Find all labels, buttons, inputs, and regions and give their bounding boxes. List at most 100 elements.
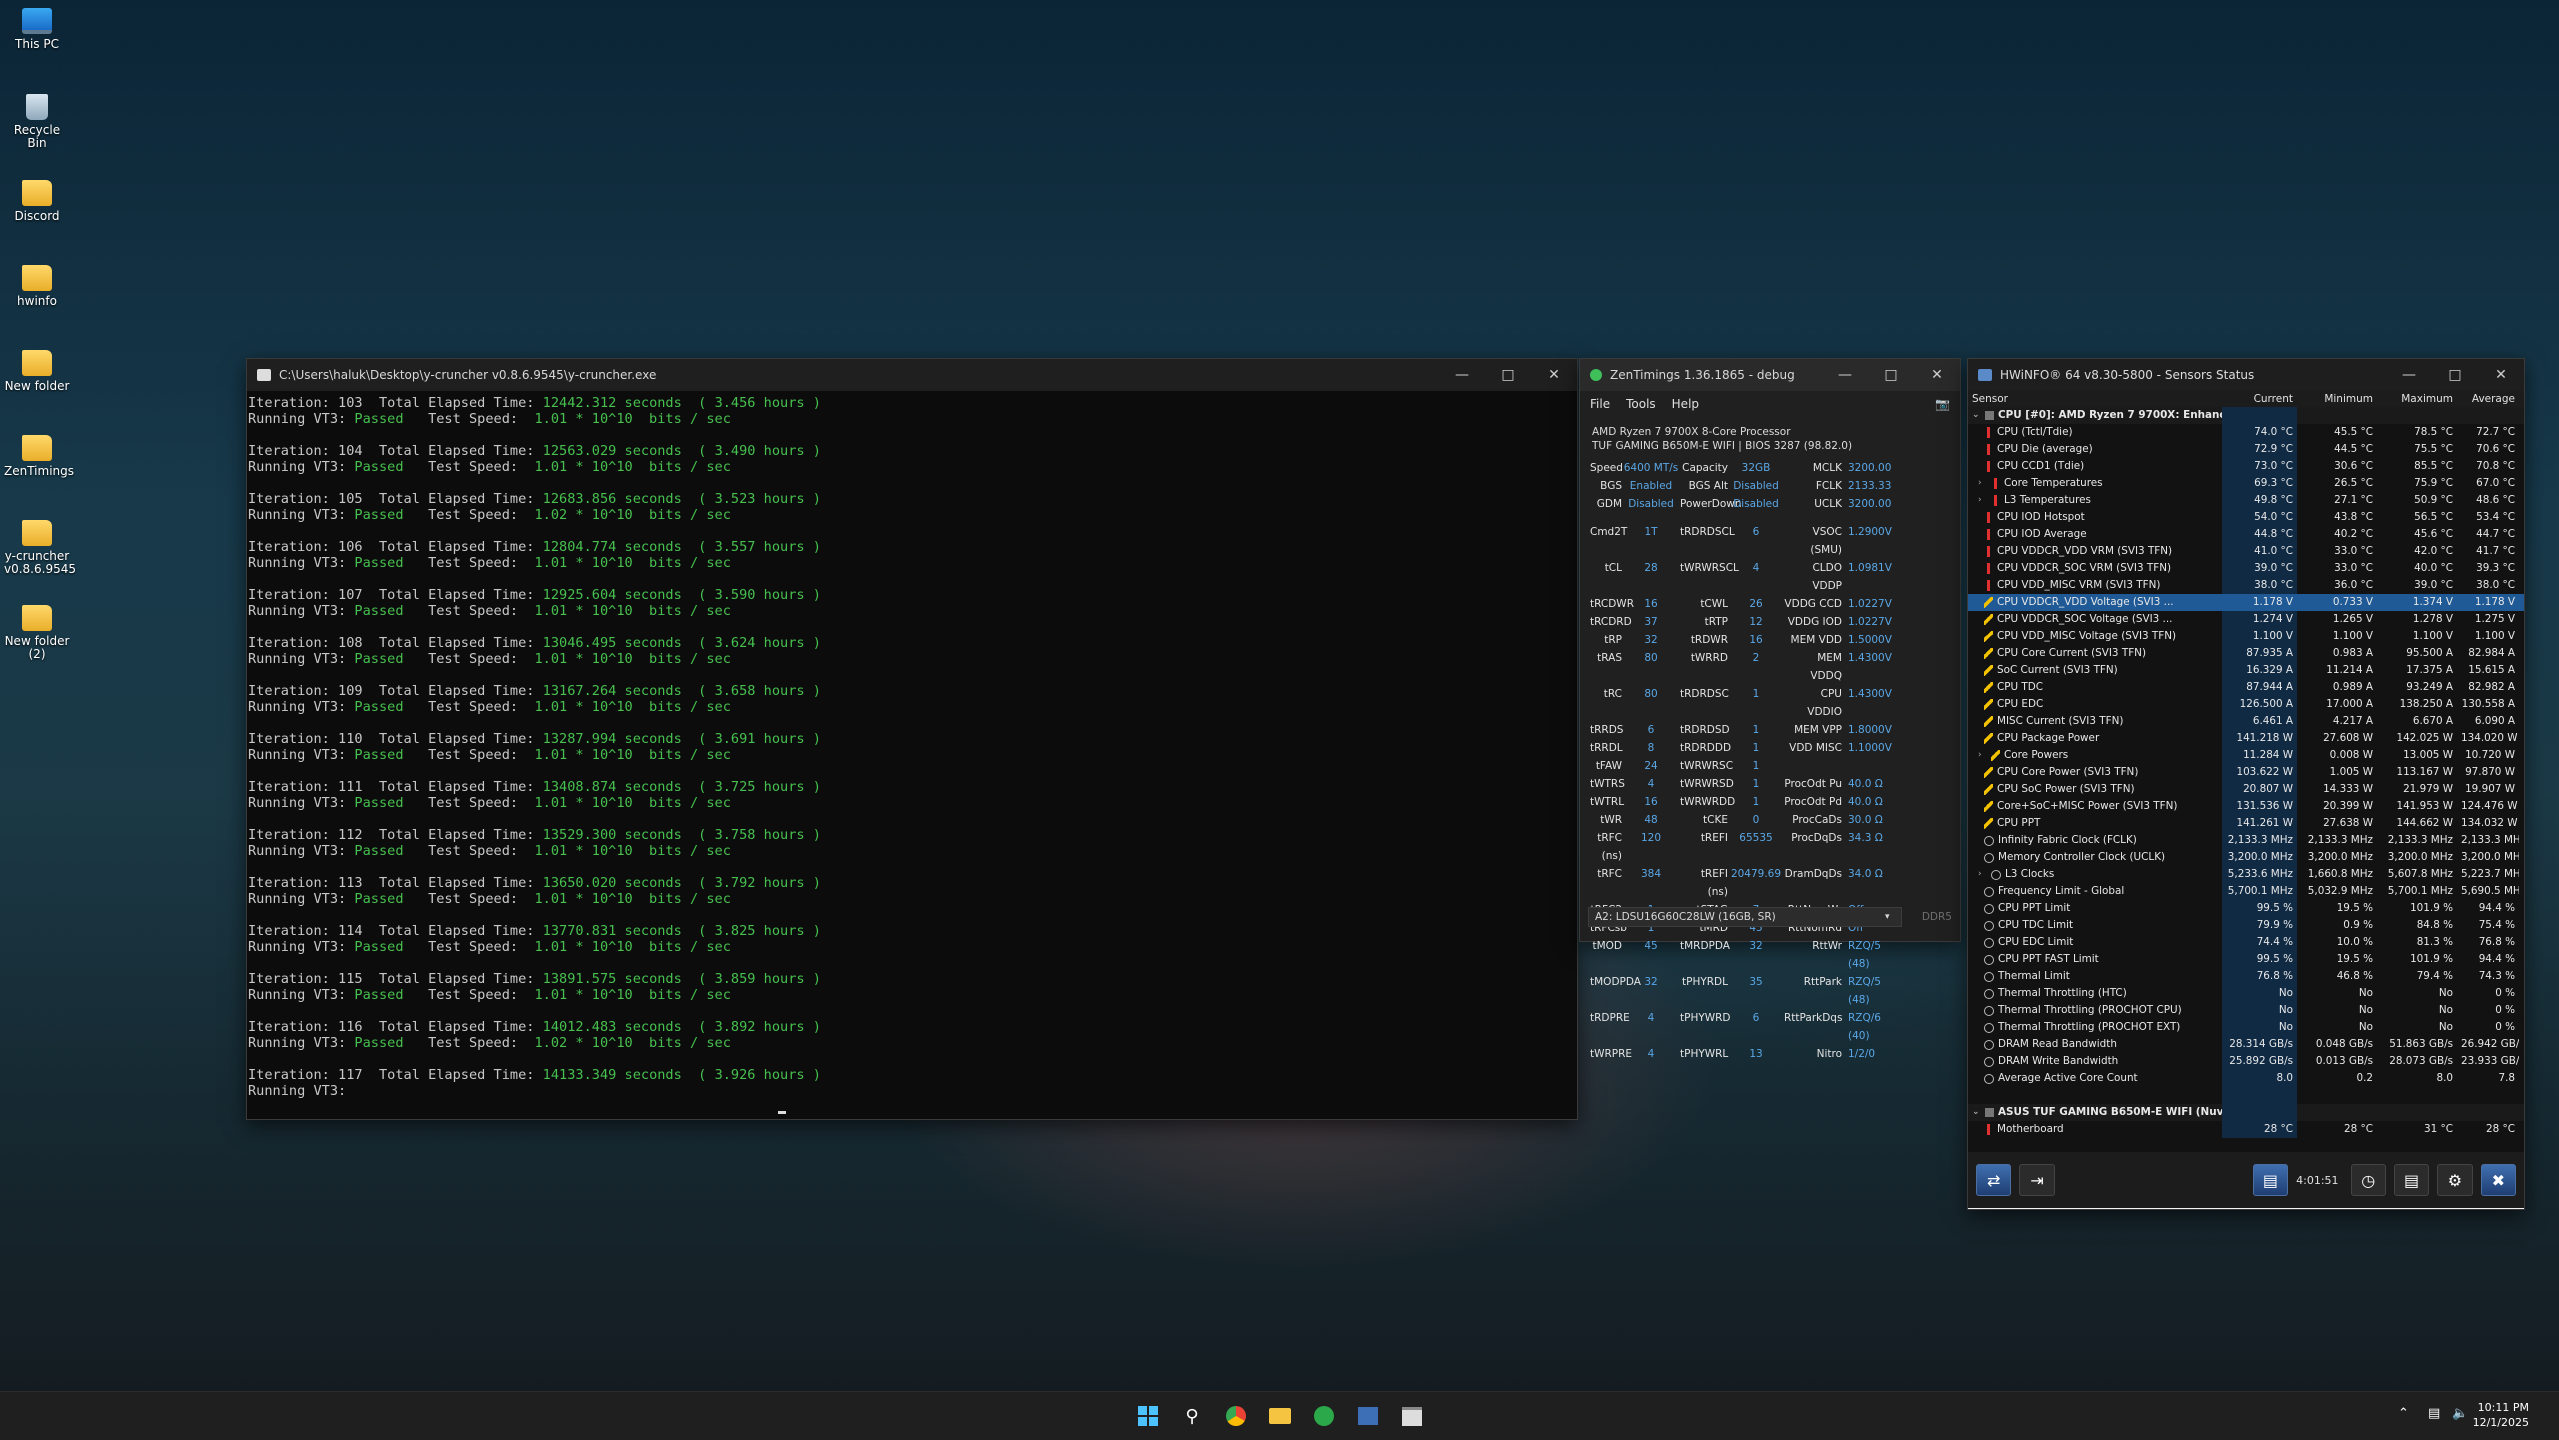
column-sensor[interactable]: Sensor bbox=[1968, 391, 2222, 407]
sensor-row[interactable]: CPU PPT Limit 99.5 % 19.5 % 101.9 % 94.4 % bbox=[1968, 900, 2524, 917]
network-button[interactable]: ▤ bbox=[2252, 1164, 2289, 1196]
sensor-row[interactable]: Memory Controller Clock (UCLK) 3,200.0 MH… bbox=[1968, 849, 2524, 866]
sensor-row[interactable]: › L3 Temperatures 49.8 °C 27.1 °C 50.9 °C 48.… bbox=[1968, 492, 2524, 509]
chevron-up-icon[interactable]: ⌃ bbox=[2398, 1406, 2409, 1421]
sensor-row[interactable]: CPU VDDCR_SOC VRM (SVI3 TFN) 39.0 °C 33.0 … bbox=[1968, 560, 2524, 577]
zentimings-titlebar[interactable]: ZenTimings 1.36.1865 - debug — □ ✕ bbox=[1580, 359, 1960, 391]
volume-icon[interactable]: 🔈 bbox=[2452, 1406, 2468, 1421]
desktop-icon-y-cruncher[interactable]: y-cruncher v0.8.6.9545 bbox=[4, 520, 76, 576]
settings-button[interactable]: ⚙ bbox=[2437, 1164, 2473, 1196]
minimize-button[interactable]: — bbox=[2386, 359, 2432, 391]
sensor-row[interactable]: CPU Core Power (SVI3 TFN) 103.622 W 1.005 … bbox=[1968, 764, 2524, 781]
desktop-icon-zentimings[interactable]: ZenTimings bbox=[4, 435, 74, 478]
sensor-row[interactable]: CPU (Tctl/Tdie) 74.0 °C 45.5 °C 78.5 °C 72.7… bbox=[1968, 424, 2524, 441]
console-window[interactable]: C:\Users\haluk\Desktop\y-cruncher v0.8.6… bbox=[246, 358, 1578, 1120]
column-average[interactable]: Average bbox=[2457, 391, 2519, 407]
sensor-row[interactable]: DRAM Write Bandwidth 25.892 GB/s 0.013 GB/… bbox=[1968, 1053, 2524, 1070]
sensor-row[interactable]: CPU PPT 141.261 W 27.638 W 144.662 W 134.032… bbox=[1968, 815, 2524, 832]
start-button[interactable] bbox=[1134, 1402, 1162, 1430]
desktop-icon-new-folder[interactable]: New folder bbox=[4, 350, 70, 393]
maximize-button[interactable]: □ bbox=[1868, 359, 1914, 391]
sensor-row[interactable]: CPU VDDCR_VDD Voltage (SVI3 ... 1.178 V 0.… bbox=[1968, 594, 2524, 611]
menu-help[interactable]: Help bbox=[1672, 397, 1699, 411]
chevron-right-icon[interactable]: › bbox=[1978, 495, 1987, 506]
taskbar-file-explorer[interactable] bbox=[1266, 1402, 1294, 1430]
sensor-row[interactable]: CPU IOD Hotspot 54.0 °C 43.8 °C 56.5 °C 53.4… bbox=[1968, 509, 2524, 526]
chevron-right-icon[interactable]: › bbox=[1978, 478, 1987, 489]
desktop-icon-new-folder-2[interactable]: New folder (2) bbox=[4, 605, 70, 661]
sensor-row[interactable]: CPU PPT FAST Limit 99.5 % 19.5 % 101.9 % 94.… bbox=[1968, 951, 2524, 968]
close-button[interactable]: ✕ bbox=[1531, 359, 1577, 391]
sensor-row[interactable]: CPU Die (average) 72.9 °C 44.5 °C 75.5 °C 70… bbox=[1968, 441, 2524, 458]
expand-collapse-button[interactable]: ⇄ bbox=[1976, 1164, 2012, 1196]
sensor-row[interactable]: CPU CCD1 (Tdie) 73.0 °C 30.6 °C 85.5 °C 70.8… bbox=[1968, 458, 2524, 475]
menu-tools[interactable]: Tools bbox=[1626, 397, 1656, 411]
sensor-row[interactable]: Average Active Core Count 8.0 0.2 8.0 7.8 bbox=[1968, 1070, 2524, 1087]
sensor-row[interactable]: Thermal Throttling (HTC) No No No 0 % bbox=[1968, 985, 2524, 1002]
sensor-group-row[interactable]: ⌄ ASUS TUF GAMING B650M-E WIFI (Nuvoton N… bbox=[1968, 1104, 2524, 1121]
sensor-row[interactable]: CPU TDC Limit 79.9 % 0.9 % 84.8 % 75.4 % bbox=[1968, 917, 2524, 934]
maximize-button[interactable]: □ bbox=[2432, 359, 2478, 391]
taskbar-terminal[interactable] bbox=[1398, 1402, 1426, 1430]
sensor-row[interactable]: CPU EDC Limit 74.4 % 10.0 % 81.3 % 76.8 % bbox=[1968, 934, 2524, 951]
sensor-row[interactable]: CPU EDC 126.500 A 17.000 A 138.250 A 130.558… bbox=[1968, 696, 2524, 713]
column-current[interactable]: Current bbox=[2222, 391, 2297, 407]
desktop-icon-this-pc[interactable]: This PC bbox=[4, 8, 70, 51]
taskbar-search[interactable]: ⚲ bbox=[1178, 1402, 1206, 1430]
network-icon[interactable]: ▤ bbox=[2428, 1406, 2440, 1421]
sensor-row[interactable]: › L3 Clocks 5,233.6 MHz 1,660.8 MHz 5,607.8 … bbox=[1968, 866, 2524, 883]
sensor-row[interactable]: CPU VDD_MISC VRM (SVI3 TFN) 38.0 °C 36.0 °… bbox=[1968, 577, 2524, 594]
hwinfo-window[interactable]: HWiNFO® 64 v8.30-5800 - Sensors Status —… bbox=[1967, 358, 2525, 1210]
taskbar-chrome[interactable] bbox=[1222, 1402, 1250, 1430]
taskbar-zentimings[interactable] bbox=[1310, 1402, 1338, 1430]
sensor-row[interactable]: MISC Current (SVI3 TFN) 6.461 A 4.217 A 6.6… bbox=[1968, 713, 2524, 730]
report-button[interactable]: ▤ bbox=[2393, 1164, 2430, 1196]
chevron-down-icon[interactable]: ⌄ bbox=[1972, 410, 1981, 421]
taskbar-clock[interactable]: 10:11 PM 12/1/2025 bbox=[2473, 1400, 2529, 1430]
sensor-row[interactable]: CPU TDC 87.944 A 0.989 A 93.249 A 82.982 A bbox=[1968, 679, 2524, 696]
sensor-row[interactable]: › Core Powers 11.284 W 0.008 W 13.005 W 10.72… bbox=[1968, 747, 2524, 764]
sensor-row[interactable]: SoC Current (SVI3 TFN) 16.329 A 11.214 A 17… bbox=[1968, 662, 2524, 679]
sensor-row[interactable]: CPU SoC Power (SVI3 TFN) 20.807 W 14.333 W… bbox=[1968, 781, 2524, 798]
hwinfo-titlebar[interactable]: HWiNFO® 64 v8.30-5800 - Sensors Status —… bbox=[1968, 359, 2524, 391]
taskbar-hwinfo[interactable] bbox=[1354, 1402, 1382, 1430]
maximize-button[interactable]: □ bbox=[1485, 359, 1531, 391]
sensor-row[interactable] bbox=[1968, 1087, 2524, 1104]
minimize-button[interactable]: — bbox=[1822, 359, 1868, 391]
zentimings-window[interactable]: ZenTimings 1.36.1865 - debug — □ ✕ File … bbox=[1579, 358, 1961, 1060]
sensor-row[interactable]: CPU VDDCR_SOC Voltage (SVI3 ... 1.274 V 1.… bbox=[1968, 611, 2524, 628]
column-maximum[interactable]: Maximum bbox=[2377, 391, 2457, 407]
chevron-right-icon[interactable]: › bbox=[1978, 750, 1987, 761]
camera-icon[interactable]: 📷 bbox=[1935, 397, 1950, 411]
module-select[interactable]: A2: LDSU16G60C28LW (16GB, SR) ▾ bbox=[1588, 907, 1902, 927]
chevron-right-icon[interactable]: › bbox=[1978, 869, 1987, 880]
sensor-row[interactable]: Infinity Fabric Clock (FCLK) 2,133.3 MHz 2… bbox=[1968, 832, 2524, 849]
sensor-row[interactable]: Thermal Throttling (PROCHOT CPU) No No No 0 … bbox=[1968, 1002, 2524, 1019]
sensor-row[interactable]: Thermal Throttling (PROCHOT EXT) No No No 0 … bbox=[1968, 1019, 2524, 1036]
sensor-row[interactable]: CPU VDD_MISC Voltage (SVI3 TFN) 1.100 V 1.… bbox=[1968, 628, 2524, 645]
menu-file[interactable]: File bbox=[1590, 397, 1610, 411]
minimize-button[interactable]: — bbox=[1439, 359, 1485, 391]
sensor-group-row[interactable]: ⌄ CPU [#0]: AMD Ryzen 7 9700X: Enhanced bbox=[1968, 407, 2524, 424]
sensor-table[interactable]: ⌄ CPU [#0]: AMD Ryzen 7 9700X: Enhanced CP… bbox=[1968, 407, 2524, 1152]
clock-button[interactable]: ◷ bbox=[2350, 1164, 2386, 1196]
sensor-row[interactable]: Core+SoC+MISC Power (SVI3 TFN) 131.536 W 2… bbox=[1968, 798, 2524, 815]
exit-button[interactable]: ✖ bbox=[2480, 1164, 2517, 1196]
close-button[interactable]: ✕ bbox=[2478, 359, 2524, 391]
desktop-icon-hwinfo[interactable]: hwinfo bbox=[4, 265, 70, 308]
sensor-row[interactable]: › Core Temperatures 69.3 °C 26.5 °C 75.9 °C 6… bbox=[1968, 475, 2524, 492]
sensor-row[interactable]: CPU Core Current (SVI3 TFN) 87.935 A 0.983… bbox=[1968, 645, 2524, 662]
sensor-row[interactable]: Frequency Limit - Global 5,700.1 MHz 5,032… bbox=[1968, 883, 2524, 900]
layout-button[interactable]: ⇥ bbox=[2019, 1164, 2055, 1196]
sensor-row[interactable]: Motherboard 28 °C 28 °C 31 °C 28 °C bbox=[1968, 1121, 2524, 1138]
desktop-icon-recycle-bin[interactable]: Recycle Bin bbox=[4, 94, 70, 150]
console-output[interactable]: Iteration: 103 Total Elapsed Time: 12442… bbox=[247, 391, 1577, 1115]
sensor-row[interactable]: CPU IOD Average 44.8 °C 40.2 °C 45.6 °C 44.7… bbox=[1968, 526, 2524, 543]
chevron-down-icon[interactable]: ⌄ bbox=[1972, 1107, 1981, 1118]
sensor-row[interactable]: DRAM Read Bandwidth 28.314 GB/s 0.048 GB/s… bbox=[1968, 1036, 2524, 1053]
sensor-row[interactable]: CPU VDDCR_VDD VRM (SVI3 TFN) 41.0 °C 33.0 … bbox=[1968, 543, 2524, 560]
sensor-row[interactable]: Thermal Limit 76.8 % 46.8 % 79.4 % 74.3 % bbox=[1968, 968, 2524, 985]
column-minimum[interactable]: Minimum bbox=[2297, 391, 2377, 407]
close-button[interactable]: ✕ bbox=[1914, 359, 1960, 391]
console-titlebar[interactable]: C:\Users\haluk\Desktop\y-cruncher v0.8.6… bbox=[247, 359, 1577, 391]
